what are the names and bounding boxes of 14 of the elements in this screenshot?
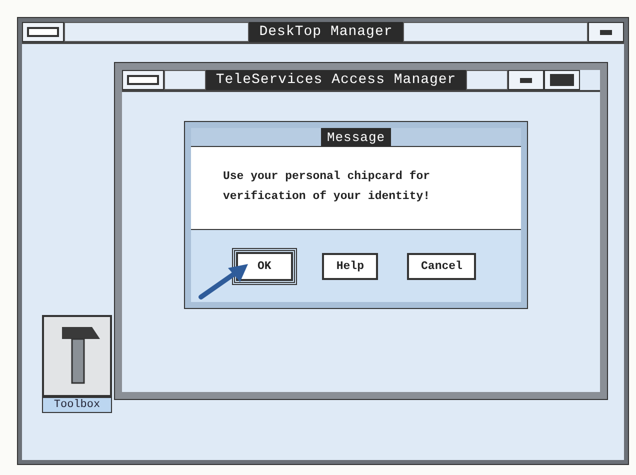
minimize-button[interactable] [508, 70, 544, 90]
dialog-button[interactable]: Help [322, 252, 378, 280]
dialog-title: Message [320, 128, 392, 146]
maximize-button[interactable] [544, 70, 580, 90]
dialog-button[interactable]: Cancel [407, 252, 476, 280]
window-title: TeleServices Access Manager [206, 70, 466, 90]
system-menu-button[interactable] [122, 70, 164, 90]
hammer-icon[interactable] [42, 315, 112, 397]
window-title: DeskTop Manager [249, 22, 403, 42]
system-menu-button[interactable] [22, 22, 64, 42]
message-text: Use your personal chipcard for verification of your identity! [223, 169, 432, 205]
minimize-button[interactable] [588, 22, 624, 42]
icon-label: Toolbox [42, 397, 112, 413]
pointer-arrow-icon [198, 262, 250, 300]
